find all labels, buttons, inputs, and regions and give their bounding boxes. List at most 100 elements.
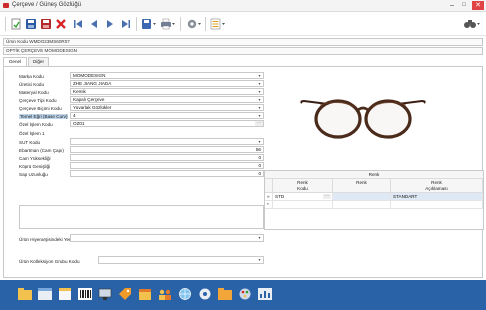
chevron-down-icon[interactable]: ▾ (256, 105, 263, 110)
column-header-color-code[interactable]: Renk Kodu (273, 179, 333, 193)
frame-type-select[interactable]: Kapalı Çerçeve ▾ (70, 96, 264, 103)
collection-group-label: Ürün Kolleksiyon Grubu Kodu (19, 259, 80, 264)
sut-code-label: SUT Kodu (19, 140, 41, 145)
new-row-description-cell[interactable] (391, 201, 483, 209)
material-select[interactable]: Kemik ▾ (70, 88, 264, 95)
frame-type-label: Çerçeve Tipi Kodu (19, 98, 57, 103)
people-icon[interactable] (158, 288, 172, 300)
minimize-button[interactable]: – (447, 1, 457, 10)
previous-record-icon[interactable] (88, 18, 100, 30)
frame-shape-value: Yuvarlak Gözlükler (73, 105, 112, 110)
window-title: Çerçeve / Güneş Gözlüğü (12, 2, 82, 8)
row-marker: » (265, 193, 273, 201)
tab-diger[interactable]: Diğer (28, 57, 49, 66)
dashboard-icon[interactable] (258, 288, 272, 300)
table-row[interactable]: STD ··· (273, 193, 333, 201)
notes-area[interactable] (19, 205, 264, 229)
toolbar-separator (136, 17, 137, 31)
column-header-color[interactable]: Renk (333, 179, 391, 193)
chevron-down-icon[interactable]: ▾ (256, 89, 263, 94)
chevron-down-icon[interactable]: ▾ (256, 257, 263, 262)
delete-icon[interactable] (55, 18, 67, 30)
lens-diameter-field[interactable]: 56 (70, 146, 264, 153)
folder-open-icon[interactable] (218, 288, 232, 300)
color-cell[interactable] (333, 193, 391, 201)
ellipsis-button[interactable]: ··· (255, 121, 263, 126)
chevron-down-icon[interactable]: ▾ (256, 139, 263, 144)
product-code-field: Ürün Kodu WMDO23MS60R07 (3, 38, 483, 46)
chevron-down-icon[interactable]: ▾ (256, 113, 263, 118)
base-curve-label: Temel Eğri (Base Curv) (19, 114, 69, 119)
frame-type-value: Kapalı Çerçeve (73, 97, 105, 102)
window-icon[interactable] (38, 288, 52, 300)
print-icon[interactable] (160, 18, 175, 30)
last-record-icon[interactable] (120, 18, 132, 30)
new-row-code-cell[interactable] (273, 201, 333, 209)
material-label: Materyal Kodu (19, 90, 49, 95)
calendar-icon[interactable] (138, 288, 152, 300)
brand-label: Marka Kodu (19, 74, 44, 79)
row-marker-header (265, 179, 273, 193)
chevron-down-icon[interactable]: ▾ (256, 81, 263, 86)
special-process-code-label: Özel İşlem Kodu (19, 122, 53, 127)
color-code-cell: STD (275, 194, 285, 199)
sut-code-select[interactable]: ▾ (70, 138, 264, 145)
list-icon[interactable] (210, 18, 225, 30)
column-header-color-description[interactable]: Renk Açıklaması (391, 179, 483, 193)
hierarchy-select[interactable]: ▾ (70, 234, 264, 242)
material-value: Kemik (73, 89, 86, 94)
save-icon[interactable] (25, 18, 37, 30)
palette-icon[interactable] (238, 288, 252, 300)
toolbar-separator (180, 17, 181, 31)
monitor-icon[interactable] (98, 288, 112, 300)
manufacturer-label: Üretici Kodu (19, 82, 45, 87)
hierarchy-label: Ürün Hiyerarşisindeki Yeri (19, 237, 72, 242)
settings-icon[interactable] (186, 18, 201, 30)
new-row-color-cell[interactable] (333, 201, 391, 209)
color-description-cell[interactable]: STANDART (391, 193, 483, 201)
binoculars-icon[interactable] (463, 18, 480, 30)
save-dropdown-icon[interactable] (141, 18, 156, 30)
ellipsis-button[interactable]: ··· (323, 194, 331, 199)
collection-group-select[interactable]: ▾ (98, 256, 264, 264)
toolbar-separator (205, 17, 206, 31)
brand-select[interactable]: MOMODESIGN ▾ (70, 72, 264, 79)
temple-length-label: Sap Uzunluğu (19, 172, 48, 177)
row-marker: * (265, 201, 273, 209)
bottom-toolbar (0, 280, 486, 310)
manufacturer-select[interactable]: ZHE JIANG JIADA ▾ (70, 80, 264, 87)
globe-icon[interactable] (178, 288, 192, 300)
next-record-icon[interactable] (104, 18, 116, 30)
special-process-1-label: Özel İşlem 1 (19, 131, 45, 136)
special-process-code-field[interactable]: OZ01 ··· (70, 120, 264, 127)
chevron-down-icon[interactable]: ▾ (256, 73, 263, 78)
color-wheel-icon[interactable] (198, 288, 212, 300)
frame-shape-select[interactable]: Yuvarlak Gözlükler ▾ (70, 104, 264, 111)
lens-diameter-label: Ebartman (Cam Çapı) (19, 148, 64, 153)
document-icon[interactable] (58, 288, 72, 300)
tab-genel[interactable]: Genel (3, 57, 27, 66)
manufacturer-value: ZHE JIANG JIADA (73, 81, 112, 86)
lens-height-field[interactable]: 0 (70, 154, 264, 161)
save-as-icon[interactable] (40, 18, 52, 30)
chevron-down-icon[interactable]: ▾ (256, 97, 263, 102)
product-name-field: OPTİK ÇERÇEVE MOMODESIGN (3, 47, 483, 55)
tag-icon[interactable] (118, 288, 132, 300)
close-button[interactable]: ✕ (472, 1, 484, 10)
first-record-icon[interactable] (72, 18, 84, 30)
chevron-down-icon[interactable]: ▾ (256, 235, 263, 240)
folder-icon[interactable] (18, 288, 32, 300)
lens-height-label: Cam Yüksekliği (19, 156, 51, 161)
product-image (298, 95, 428, 145)
new-document-icon[interactable] (10, 18, 22, 30)
title-bar: Çerçeve / Güneş Gözlüğü – □ ✕ (0, 0, 486, 12)
barcode-icon[interactable] (78, 288, 92, 300)
toolbar-separator (5, 17, 6, 31)
color-grid: Renk Renk Kodu Renk Renk Açıklaması » ST… (264, 170, 484, 230)
bridge-width-label: Köprü Genişliği (19, 164, 51, 169)
base-curve-value: 4 (73, 113, 76, 118)
bridge-width-field[interactable]: 0 (70, 162, 264, 169)
temple-length-field[interactable]: 0 (70, 170, 264, 177)
base-curve-select[interactable]: 4 ▾ (70, 112, 264, 119)
maximize-button[interactable]: □ (459, 1, 469, 10)
